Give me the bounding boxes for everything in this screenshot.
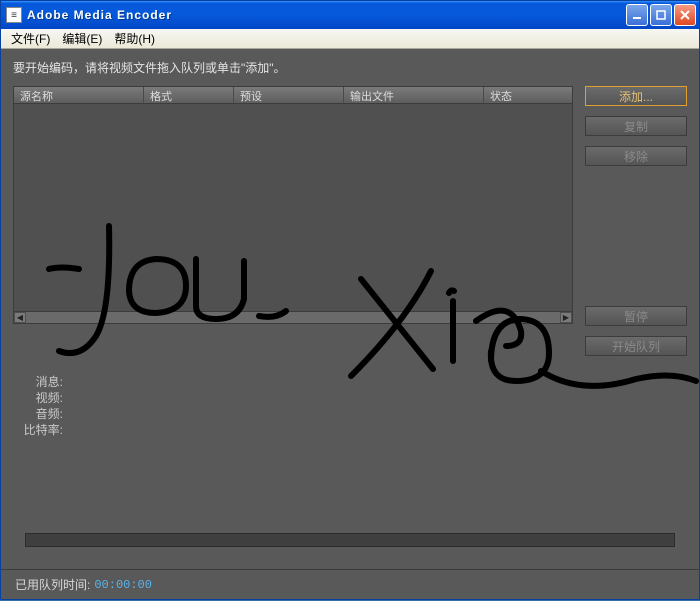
maximize-icon: [655, 9, 667, 21]
menu-edit[interactable]: 编辑(E): [56, 29, 108, 48]
duplicate-button[interactable]: 复制: [585, 116, 687, 136]
info-audio-label: 音频:: [13, 406, 63, 422]
col-source[interactable]: 源名称: [14, 87, 144, 103]
scroll-right-button[interactable]: ▶: [560, 312, 572, 323]
queue-table: 源名称 格式 预设 输出文件 状态 ◀ ▶: [13, 86, 573, 356]
add-button[interactable]: 添加...: [585, 86, 687, 106]
horizontal-scrollbar[interactable]: ◀ ▶: [13, 312, 573, 324]
info-bitrate-label: 比特率:: [13, 422, 63, 438]
maximize-button[interactable]: [650, 4, 672, 26]
table-header: 源名称 格式 预设 输出文件 状态: [13, 86, 573, 104]
col-output[interactable]: 输出文件: [344, 87, 484, 103]
status-time: 00:00:00: [94, 578, 152, 592]
close-icon: [679, 9, 691, 21]
table-body[interactable]: [13, 104, 573, 312]
app-window: ≡ Adobe Media Encoder 文件(F) 编辑(E) 帮助(H) …: [0, 0, 700, 600]
menu-help[interactable]: 帮助(H): [108, 29, 161, 48]
info-message-label: 消息:: [13, 374, 63, 390]
app-icon: ≡: [6, 7, 22, 23]
spacer: [585, 176, 687, 296]
info-video-label: 视频:: [13, 390, 63, 406]
minimize-icon: [631, 9, 643, 21]
col-status[interactable]: 状态: [484, 87, 572, 103]
status-bar: 已用队列时间: 00:00:00: [1, 569, 699, 599]
content-area: 要开始编码，请将视频文件拖入队列或单击"添加"。 源名称 格式 预设 输出文件 …: [1, 49, 699, 599]
pause-button[interactable]: 暂停: [585, 306, 687, 326]
window-controls: [626, 4, 696, 26]
col-preset[interactable]: 预设: [234, 87, 344, 103]
remove-button[interactable]: 移除: [585, 146, 687, 166]
instruction-text: 要开始编码，请将视频文件拖入队列或单击"添加"。: [13, 59, 687, 76]
scroll-track[interactable]: [26, 312, 560, 323]
info-area: 消息: 视频: 音频: 比特率:: [13, 374, 687, 438]
main-row: 源名称 格式 预设 输出文件 状态 ◀ ▶ 添加... 复制 移除 暂停: [13, 86, 687, 356]
close-button[interactable]: [674, 4, 696, 26]
titlebar: ≡ Adobe Media Encoder: [1, 1, 699, 29]
window-title: Adobe Media Encoder: [27, 8, 626, 22]
menu-file[interactable]: 文件(F): [5, 29, 56, 48]
minimize-button[interactable]: [626, 4, 648, 26]
scroll-left-button[interactable]: ◀: [14, 312, 26, 323]
progress-bar: [25, 533, 675, 547]
button-column: 添加... 复制 移除 暂停 开始队列: [585, 86, 687, 356]
col-format[interactable]: 格式: [144, 87, 234, 103]
start-queue-button[interactable]: 开始队列: [585, 336, 687, 356]
menubar: 文件(F) 编辑(E) 帮助(H): [1, 29, 699, 49]
status-label: 已用队列时间:: [15, 576, 90, 593]
